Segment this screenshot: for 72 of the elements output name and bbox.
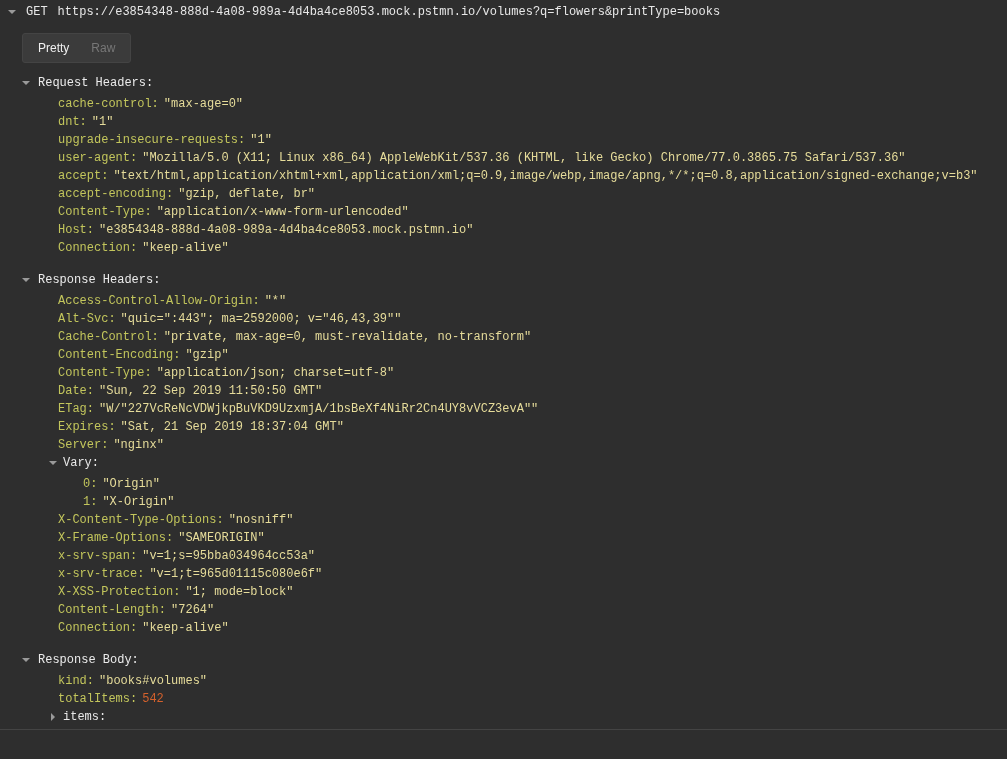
- header-value: "application/x-www-form-urlencoded": [156, 204, 409, 221]
- header-key: ETag:: [58, 400, 94, 418]
- header-value: "7264": [171, 602, 215, 619]
- header-value: "Origin": [102, 476, 160, 493]
- method-label: GET: [26, 4, 48, 21]
- header-key: Content-Length:: [58, 601, 167, 619]
- header-key: dnt:: [58, 113, 87, 131]
- header-value: "keep-alive": [142, 240, 229, 257]
- header-key: accept-encoding:: [58, 185, 174, 203]
- caret-down-icon[interactable]: [49, 459, 57, 467]
- header-value: "X-Origin": [102, 494, 175, 511]
- header-value: "W/"227VcReNcVDWjkpBuVKD9UzxmjA/1bsBeXf4NiRr2Cn4UY8vVCZ3evA"": [99, 401, 539, 418]
- header-key: upgrade-insecure-requests:: [58, 131, 246, 149]
- header-key: X-Frame-Options:: [58, 529, 174, 547]
- header-key: Connection:: [58, 239, 138, 257]
- header-value: "text/html,application/xhtml+xml,application/xml;q=0.9,image/webp,image/apng,*/*;q=0.8,application/signed-exchange;v=b3": [113, 168, 978, 185]
- header-key: Content-Type:: [58, 203, 152, 221]
- section-title[interactable]: Response Body:: [38, 651, 139, 669]
- header-key: Access-Control-Allow-Origin:: [58, 292, 260, 310]
- caret-down-icon[interactable]: [8, 8, 16, 16]
- header-value: "Mozilla/5.0 (X11; Linux x86_64) AppleWebKit/537.36 (KHTML, like Gecko) Chrome/77.0.3865.75 Safari/537.36": [142, 150, 906, 167]
- group-key[interactable]: Vary:: [63, 454, 99, 472]
- caret-down-icon[interactable]: [22, 79, 30, 87]
- section-title[interactable]: Request Headers:: [38, 74, 154, 92]
- header-value: "*": [264, 293, 287, 310]
- header-value: "gzip, deflate, br": [178, 186, 316, 203]
- header-value: "max-age=0": [163, 96, 244, 113]
- header-key: cache-control:: [58, 95, 159, 113]
- header-key: totalItems:: [58, 690, 138, 708]
- view-tab[interactable]: Pretty: [27, 36, 81, 60]
- header-value: "Sat, 21 Sep 2019 18:37:04 GMT": [120, 419, 344, 436]
- header-value: "v=1;t=965d01115c080e6f": [149, 566, 323, 583]
- caret-down-icon[interactable]: [22, 276, 30, 284]
- header-key: 1:: [83, 493, 98, 511]
- header-value: 542: [142, 691, 164, 708]
- section-title[interactable]: Response Headers:: [38, 271, 161, 289]
- header-key: Cache-Control:: [58, 328, 159, 346]
- group-key[interactable]: items:: [63, 708, 107, 726]
- header-key: X-XSS-Protection:: [58, 583, 181, 601]
- header-key: x-srv-span:: [58, 547, 138, 565]
- header-value: "SAMEORIGIN": [178, 530, 265, 547]
- header-key: accept:: [58, 167, 109, 185]
- header-key: Alt-Svc:: [58, 310, 116, 328]
- request-url: https://e3854348-888d-4a08-989a-4d4ba4ce8053.mock.pstmn.io/volumes?q=flowers&printType=books: [57, 4, 721, 21]
- header-key: X-Content-Type-Options:: [58, 511, 224, 529]
- header-value: "gzip": [185, 347, 229, 364]
- header-key: Host:: [58, 221, 94, 239]
- header-value: "1": [250, 132, 272, 149]
- header-value: "keep-alive": [142, 620, 229, 637]
- header-value: "private, max-age=0, must-revalidate, no-transform": [163, 329, 532, 346]
- header-value: "nginx": [113, 437, 164, 454]
- header-value: "1; mode=block": [185, 584, 294, 601]
- header-key: Expires:: [58, 418, 116, 436]
- header-value: "e3854348-888d-4a08-989a-4d4ba4ce8053.mock.pstmn.io": [99, 222, 474, 239]
- caret-right-icon[interactable]: [49, 713, 57, 721]
- header-key: Content-Encoding:: [58, 346, 181, 364]
- header-key: Server:: [58, 436, 109, 454]
- header-key: Connection:: [58, 619, 138, 637]
- header-key: kind:: [58, 672, 94, 690]
- header-value: "nosniff": [228, 512, 294, 529]
- header-key: x-srv-trace:: [58, 565, 145, 583]
- header-key: Content-Type:: [58, 364, 152, 382]
- header-key: user-agent:: [58, 149, 138, 167]
- header-value: "1": [91, 114, 114, 131]
- header-value: "v=1;s=95bba034964cc53a": [142, 548, 316, 565]
- header-value: "application/json; charset=utf-8": [156, 365, 395, 382]
- header-key: Date:: [58, 382, 94, 400]
- header-key: 0:: [83, 475, 98, 493]
- caret-down-icon[interactable]: [22, 656, 30, 664]
- header-value: "Sun, 22 Sep 2019 11:50:50 GMT": [99, 383, 323, 400]
- header-value: "books#volumes": [99, 673, 208, 690]
- header-value: "quic=":443"; ma=2592000; v="46,43,39"": [120, 311, 402, 328]
